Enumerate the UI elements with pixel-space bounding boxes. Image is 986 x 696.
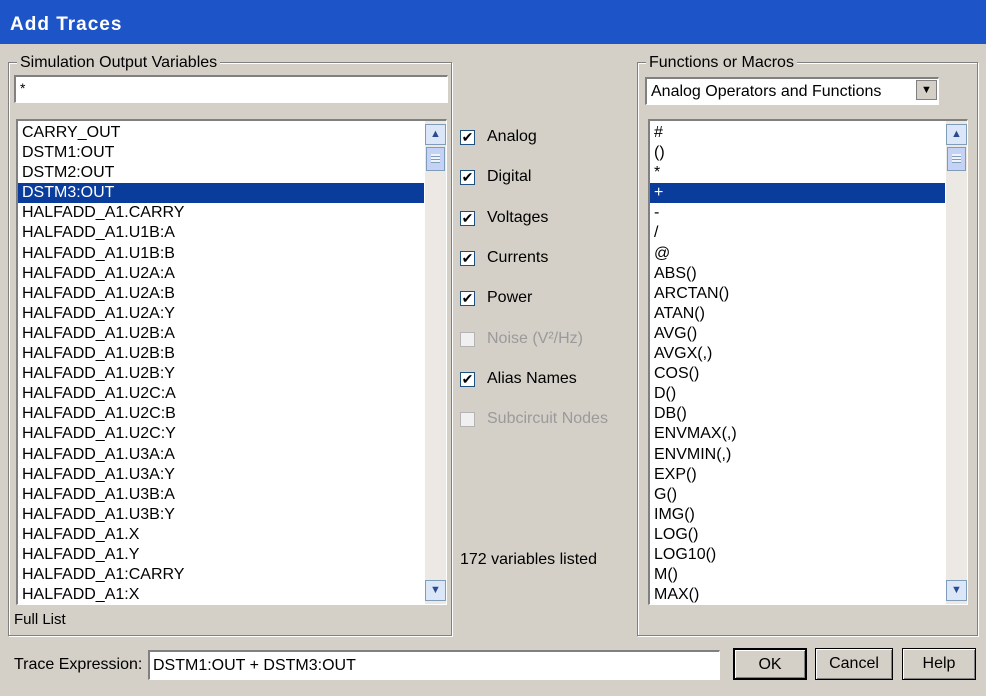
filter-label: Noise (V²/Hz) xyxy=(487,329,584,347)
scrollbar-thumb[interactable] xyxy=(947,147,966,171)
trace-expression-value: DSTM1:OUT + DSTM3:OUT xyxy=(153,657,356,674)
filter-label: Subcircuit Nodes xyxy=(487,410,608,428)
variables-scrollbar[interactable]: ▲ ▼ xyxy=(425,121,446,604)
chevron-down-icon[interactable]: ▼ xyxy=(916,80,937,100)
list-item[interactable]: DSTM1:OUT xyxy=(18,143,424,163)
list-item[interactable]: CARRY_OUT xyxy=(18,123,424,143)
cancel-button[interactable]: Cancel xyxy=(815,648,893,680)
title-bar[interactable]: Add Traces xyxy=(0,0,986,44)
list-item[interactable]: HALFADD_A1.U2B:Y xyxy=(18,364,424,384)
function-category-value: Analog Operators and Functions xyxy=(651,83,882,100)
functions-list-items: #() * + - / @ ABS() ARCTAN() ATAN() AVG() AVGX(,) C… xyxy=(650,123,945,604)
list-item[interactable]: HALFADD_A1.U2A:Y xyxy=(18,304,424,324)
list-item[interactable]: ATAN() xyxy=(650,304,945,324)
scroll-up-arrow-icon[interactable]: ▲ xyxy=(946,124,967,145)
list-item[interactable]: IMG() xyxy=(650,505,945,525)
list-item[interactable]: + xyxy=(650,183,945,204)
group-legend: Simulation Output Variables xyxy=(17,54,221,72)
group-legend: Functions or Macros xyxy=(646,54,797,72)
filter-label: Digital xyxy=(487,168,532,186)
list-item[interactable]: HALFADD_A1.Y xyxy=(18,545,424,565)
list-item[interactable]: HALFADD_A1.U3B:A xyxy=(18,485,424,505)
checkmark-icon[interactable]: ✔ xyxy=(460,371,475,387)
checkbox-empty-icon[interactable] xyxy=(460,331,475,347)
list-item[interactable]: HALFADD_A1.U3A:A xyxy=(18,445,424,465)
list-item[interactable]: HALFADD_A1.U1B:A xyxy=(18,223,424,243)
list-item[interactable]: HALFADD_A1.U2C:B xyxy=(18,404,424,424)
list-item[interactable]: ARCTAN() xyxy=(650,284,945,304)
list-item[interactable]: COS() xyxy=(650,364,945,384)
list-item[interactable]: HALFADD_A1.U2C:Y xyxy=(18,424,424,444)
list-item[interactable]: HALFADD_A1.U2C:A xyxy=(18,384,424,404)
filter-label: Currents xyxy=(487,248,549,266)
scroll-up-arrow-icon[interactable]: ▲ xyxy=(425,124,446,145)
variables-count: 172 variables listed xyxy=(460,551,597,568)
help-button[interactable]: Help xyxy=(902,648,976,680)
checkmark-icon[interactable]: ✔ xyxy=(460,170,475,186)
checkmark-icon[interactable]: ✔ xyxy=(460,210,475,226)
checkmark-icon[interactable]: ✔ xyxy=(460,130,475,145)
trace-expression-label: Trace Expression: xyxy=(14,656,143,673)
filter-label: Analog xyxy=(487,128,537,145)
scroll-down-arrow-icon[interactable]: ▼ xyxy=(425,580,446,601)
list-item[interactable]: MAX() xyxy=(650,585,945,604)
checkmark-icon[interactable]: ✔ xyxy=(460,250,475,266)
checkmark-icon[interactable]: ✔ xyxy=(460,291,475,307)
list-item[interactable]: AVGX(,) xyxy=(650,344,945,364)
list-item[interactable]: ENVMIN(,) xyxy=(650,445,945,465)
filter-label: Power xyxy=(487,289,533,307)
variables-list[interactable]: CARRY_OUT DSTM1:OUT DSTM2:OUT DSTM3:OUT HALF… xyxy=(16,119,447,605)
function-category-select[interactable]: Analog Operators and Functions ▼ xyxy=(645,77,939,105)
list-item[interactable]: M() xyxy=(650,565,945,585)
filter-label: Alias Names xyxy=(487,369,577,387)
scroll-down-arrow-icon[interactable]: ▼ xyxy=(946,580,967,601)
window-title: Add Traces xyxy=(10,14,123,35)
list-item[interactable]: AVG() xyxy=(650,324,945,344)
list-item[interactable]: HALFADD_A1.U3B:Y xyxy=(18,505,424,525)
list-item[interactable]: ENVMAX(,) xyxy=(650,424,945,444)
dialog-body: Simulation Output Variables * CARRY_OUT D… xyxy=(0,44,986,696)
functions-list[interactable]: #() * + - / @ ABS() ARCTAN() ATAN() AVG() AVGX(,) C… xyxy=(648,119,968,605)
filter-input-value: * xyxy=(20,80,26,96)
list-item[interactable]: HALFADD_A1.X xyxy=(18,525,424,545)
list-item[interactable]: DSTM3:OUT xyxy=(18,183,424,204)
list-item[interactable]: HALFADD_A1.U3A:Y xyxy=(18,465,424,485)
list-item[interactable]: LOG() xyxy=(650,525,945,545)
list-item[interactable]: @ xyxy=(650,244,945,264)
list-item[interactable]: DB() xyxy=(650,404,945,424)
list-item[interactable]: # xyxy=(650,123,945,143)
list-item[interactable]: G() xyxy=(650,485,945,505)
list-item[interactable]: () xyxy=(650,143,945,163)
functions-scrollbar[interactable]: ▲ ▼ xyxy=(946,121,967,604)
list-item[interactable]: / xyxy=(650,223,945,243)
list-item[interactable]: DSTM2:OUT xyxy=(18,163,424,183)
list-item[interactable]: HALFADD_A1:X xyxy=(18,585,424,604)
list-item[interactable]: LOG10() xyxy=(650,545,945,565)
list-item[interactable]: HALFADD_A1.U1B:B xyxy=(18,244,424,264)
list-item[interactable]: HALFADD_A1.U2A:B xyxy=(18,284,424,304)
list-item[interactable]: EXP() xyxy=(650,465,945,485)
trace-expression-input[interactable]: DSTM1:OUT + DSTM3:OUT xyxy=(148,650,720,680)
list-item[interactable]: HALFADD_A1.U2B:A xyxy=(18,324,424,344)
filter-label: Voltages xyxy=(487,208,549,226)
checkbox-empty-icon[interactable] xyxy=(460,412,475,428)
list-item[interactable]: * xyxy=(650,163,945,183)
ok-button[interactable]: OK xyxy=(733,648,807,680)
list-item[interactable]: HALFADD_A1.U2B:B xyxy=(18,344,424,364)
list-item[interactable]: - xyxy=(650,203,945,223)
list-item[interactable]: HALFADD_A1.CARRY xyxy=(18,203,424,223)
list-item[interactable]: ABS() xyxy=(650,264,945,284)
scrollbar-thumb[interactable] xyxy=(426,147,445,171)
filter-input[interactable]: * xyxy=(14,75,448,103)
list-item[interactable]: D() xyxy=(650,384,945,404)
list-item[interactable]: HALFADD_A1:CARRY xyxy=(18,565,424,585)
list-item[interactable]: HALFADD_A1.U2A:A xyxy=(18,264,424,284)
variables-list-items: CARRY_OUT DSTM1:OUT DSTM2:OUT DSTM3:OUT HALF… xyxy=(18,123,424,604)
full-list-label: Full List xyxy=(14,611,66,628)
